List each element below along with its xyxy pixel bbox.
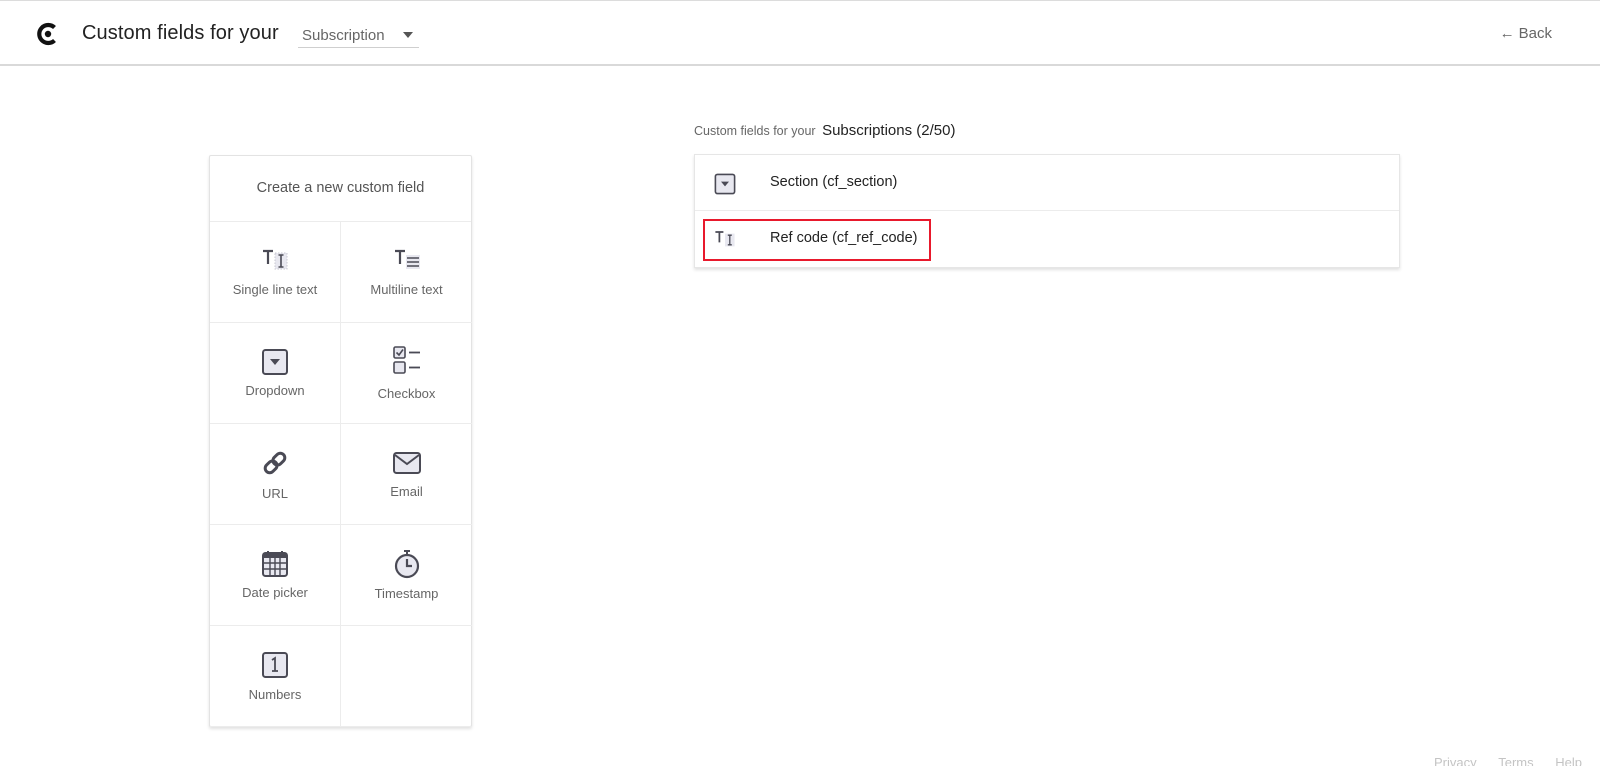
top-bar: Custom fields for your Subscription ← Bac… (0, 0, 1600, 66)
dropdown-icon (262, 349, 288, 375)
entity-type-select[interactable]: Subscription (298, 23, 419, 48)
footer-links: Privacy Terms Help (1416, 755, 1600, 766)
field-row-label: Section (cf_section) (770, 174, 898, 190)
arrow-left-icon: ← (1499, 25, 1515, 42)
create-field-panel: Create a new custom field Single line te… (209, 155, 472, 727)
field-type-timestamp[interactable]: Timestamp (341, 525, 472, 626)
field-type-grid: Single line text Multiline text Dropdown (210, 222, 472, 727)
brand-logo-icon[interactable] (35, 21, 61, 47)
field-type-label: Single line text (232, 282, 318, 297)
field-type-label: Timestamp (374, 586, 439, 601)
field-type-url[interactable]: URL (210, 424, 341, 525)
field-type-label: Checkbox (377, 386, 436, 401)
field-type-label: Dropdown (245, 383, 305, 398)
field-type-email[interactable]: Email (341, 424, 472, 525)
field-type-dropdown[interactable]: Dropdown (210, 323, 341, 424)
link-icon (263, 451, 287, 475)
field-row-section[interactable]: Section (cf_section) (695, 155, 1399, 211)
field-type-label: URL (261, 486, 288, 501)
field-type-multiline-text[interactable]: Multiline text (341, 222, 472, 323)
single-line-text-icon (263, 249, 288, 270)
back-link[interactable]: ← Back (1500, 25, 1552, 42)
footer-link-terms[interactable]: Terms (1498, 755, 1533, 766)
multiline-text-icon (394, 249, 420, 269)
footer-link-help[interactable]: Help (1555, 755, 1582, 766)
calendar-icon (262, 551, 288, 577)
field-list: Section (cf_section) Ref code (cf_ref_co… (694, 154, 1400, 268)
back-label: Back (1518, 25, 1552, 42)
field-type-label: Email (390, 484, 423, 499)
entity-type-value: Subscription (302, 27, 385, 44)
field-type-label: Numbers (248, 687, 302, 702)
caret-down-icon (403, 32, 413, 38)
field-type-date-picker[interactable]: Date picker (210, 525, 341, 626)
field-row-ref-code[interactable]: Ref code (cf_ref_code) (695, 211, 1399, 267)
page-title: Custom fields for your (82, 22, 279, 44)
number-icon (262, 652, 288, 678)
single-line-text-icon (715, 231, 735, 247)
caption-entity-count: Subscriptions (2/50) (822, 122, 956, 139)
envelope-icon (392, 452, 421, 474)
field-type-label: Date picker (242, 585, 308, 600)
checkbox-icon (392, 346, 420, 374)
create-panel-title: Create a new custom field (210, 156, 471, 222)
caption-prefix: Custom fields for your (694, 124, 816, 138)
empty-cell (341, 626, 472, 727)
field-type-label: Multiline text (370, 282, 443, 297)
field-type-single-line-text[interactable]: Single line text (210, 222, 341, 323)
footer-link-privacy[interactable]: Privacy (1434, 755, 1477, 766)
field-list-caption: Custom fields for your Subscriptions (2/… (694, 122, 955, 139)
field-type-numbers[interactable]: Numbers (210, 626, 341, 727)
field-type-checkbox[interactable]: Checkbox (341, 323, 472, 424)
stopwatch-icon (394, 550, 419, 579)
field-row-label: Ref code (cf_ref_code) (770, 230, 918, 246)
dropdown-icon (714, 173, 736, 195)
